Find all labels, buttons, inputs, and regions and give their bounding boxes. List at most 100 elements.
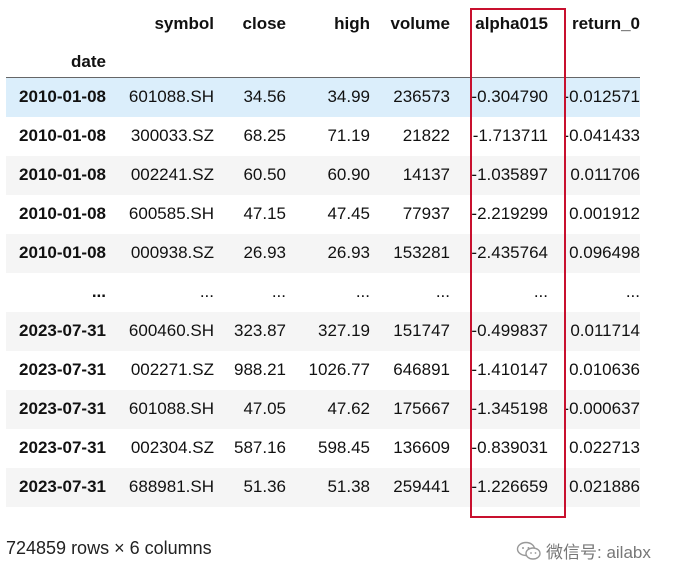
- col-header-return0: return_0: [571, 13, 640, 33]
- cell-return0: -0.012571: [563, 87, 640, 107]
- cell-volume: 151747: [393, 321, 450, 340]
- cell-return0: -0.041433: [563, 126, 640, 145]
- cell-close: 68.25: [243, 126, 286, 145]
- index-name: date: [71, 52, 106, 71]
- table-row: 2023-07-31 002304.SZ 587.16 598.45 136609 -0.…: [6, 429, 640, 468]
- cell-alpha015: ...: [533, 282, 548, 301]
- row-index-date: ...: [91, 282, 106, 301]
- dataframe-table: symbol close high volume alpha015 return…: [6, 0, 640, 507]
- table-body: 2010-01-08 601088.SH 34.56 34.99 236573 -0.30…: [6, 77, 640, 507]
- cell-alpha015: -2.219299: [471, 204, 548, 223]
- cell-high: 51.38: [327, 477, 370, 496]
- cell-volume: 136609: [393, 438, 450, 457]
- cell-volume: 259441: [393, 477, 450, 496]
- cell-close: 587.16: [234, 438, 286, 457]
- table-row: 2010-01-08 002241.SZ 60.50 60.90 14137 -1.035…: [6, 155, 640, 195]
- cell-high: 71.19: [327, 126, 370, 145]
- index-header-spacer: [370, 47, 450, 78]
- row-index-date: 2010-01-08: [19, 87, 106, 107]
- cell-close: 47.05: [243, 399, 286, 418]
- row-index-date: 2010-01-08: [19, 243, 106, 262]
- cell-close: 51.36: [243, 477, 286, 496]
- cell-symbol: 000938.SZ: [130, 243, 214, 262]
- cell-return0: ...: [625, 282, 640, 301]
- cell-close: 34.56: [243, 87, 286, 107]
- row-index-date: 2010-01-08: [19, 204, 106, 223]
- column-header-row: symbol close high volume alpha015 return…: [6, 0, 640, 47]
- table-row: 2010-01-08 601088.SH 34.56 34.99 236573 -0.30…: [6, 77, 640, 117]
- cell-symbol: 601088.SH: [128, 399, 214, 418]
- cell-symbol: 002241.SZ: [130, 165, 214, 184]
- cell-return0: 0.001912: [569, 204, 640, 223]
- col-header-close: close: [242, 13, 286, 33]
- cell-high: 598.45: [318, 438, 370, 457]
- index-header-spacer: [214, 47, 286, 78]
- row-index-date: 2023-07-31: [19, 321, 106, 340]
- col-header-symbol: symbol: [154, 13, 214, 33]
- cell-close: 60.50: [243, 165, 286, 184]
- cell-return0: 0.011706: [570, 165, 640, 184]
- col-header-high: high: [334, 13, 370, 33]
- cell-return0: 0.096498: [569, 243, 640, 262]
- table-row: 2010-01-08 300033.SZ 68.25 71.19 21822 -1.713…: [6, 117, 640, 156]
- cell-close: 988.21: [234, 360, 286, 379]
- cell-symbol: 300033.SZ: [130, 126, 214, 145]
- cell-high: 26.93: [327, 243, 370, 262]
- index-header-spacer: [548, 47, 640, 78]
- cell-close: 26.93: [243, 243, 286, 262]
- cell-high: 1026.77: [308, 360, 370, 379]
- cell-return0: 0.021886: [569, 477, 640, 496]
- cell-alpha015: -1.345198: [471, 399, 548, 418]
- cell-symbol: 002304.SZ: [130, 438, 214, 457]
- cell-symbol: 600460.SH: [128, 321, 214, 340]
- cell-alpha015: -2.435764: [471, 243, 548, 262]
- corner-cell: [6, 0, 106, 47]
- cell-alpha015: -1.410147: [471, 360, 548, 379]
- cell-high: 47.45: [327, 204, 370, 223]
- index-header-spacer: [106, 47, 214, 78]
- col-header-volume: volume: [390, 13, 450, 33]
- cell-return0: 0.011714: [570, 321, 640, 340]
- cell-symbol: ...: [199, 282, 214, 301]
- table-row: 2023-07-31 688981.SH 51.36 51.38 259441 -1.22…: [6, 467, 640, 507]
- row-index-date: 2023-07-31: [19, 360, 106, 379]
- cell-return0: -0.000637: [563, 399, 640, 418]
- cell-high: ...: [355, 282, 370, 301]
- cell-alpha015: -1.035897: [471, 165, 548, 184]
- cell-volume: 21822: [402, 126, 450, 145]
- index-header-spacer: [450, 47, 548, 78]
- cell-alpha015: -1.713711: [472, 126, 548, 145]
- cell-volume: 646891: [393, 360, 450, 379]
- cell-high: 47.62: [327, 399, 370, 418]
- cell-high: 34.99: [327, 87, 370, 107]
- col-header-alpha015: alpha015: [475, 13, 548, 33]
- cell-symbol: 601088.SH: [128, 87, 214, 107]
- row-index-date: 2023-07-31: [19, 438, 106, 457]
- cell-volume: 236573: [393, 87, 450, 107]
- cell-close: ...: [271, 282, 286, 301]
- wechat-icon: [516, 541, 541, 560]
- cell-volume: 153281: [393, 243, 450, 262]
- cell-symbol: 688981.SH: [128, 477, 214, 496]
- cell-symbol: 600585.SH: [128, 204, 214, 223]
- table-row: 2023-07-31 002271.SZ 988.21 1026.77 646891 -1…: [6, 351, 640, 390]
- cell-symbol: 002271.SZ: [130, 360, 214, 379]
- row-index-date: 2010-01-08: [19, 165, 106, 184]
- table-row: 2023-07-31 600460.SH 323.87 327.19 151747 -0.…: [6, 311, 640, 351]
- cell-close: 47.15: [243, 204, 286, 223]
- index-header-spacer: [286, 47, 370, 78]
- cell-volume: 14137: [402, 165, 450, 184]
- watermark: 微信号: ailabx: [516, 538, 651, 563]
- cell-return0: 0.022713: [569, 438, 640, 457]
- cell-volume: ...: [435, 282, 450, 301]
- row-index-date: 2023-07-31: [19, 399, 106, 418]
- cell-volume: 175667: [393, 399, 450, 418]
- cell-alpha015: -0.839031: [471, 438, 548, 457]
- cell-return0: 0.010636: [569, 360, 640, 379]
- cell-alpha015: -0.304790: [471, 87, 548, 107]
- dataframe-shape: 724859 rows × 6 columns: [6, 538, 212, 558]
- table-row: 2023-07-31 601088.SH 47.05 47.62 175667 -1.34…: [6, 389, 640, 429]
- cell-alpha015: -1.226659: [471, 477, 548, 496]
- cell-alpha015: -0.499837: [471, 321, 548, 340]
- cell-high: 327.19: [318, 321, 370, 340]
